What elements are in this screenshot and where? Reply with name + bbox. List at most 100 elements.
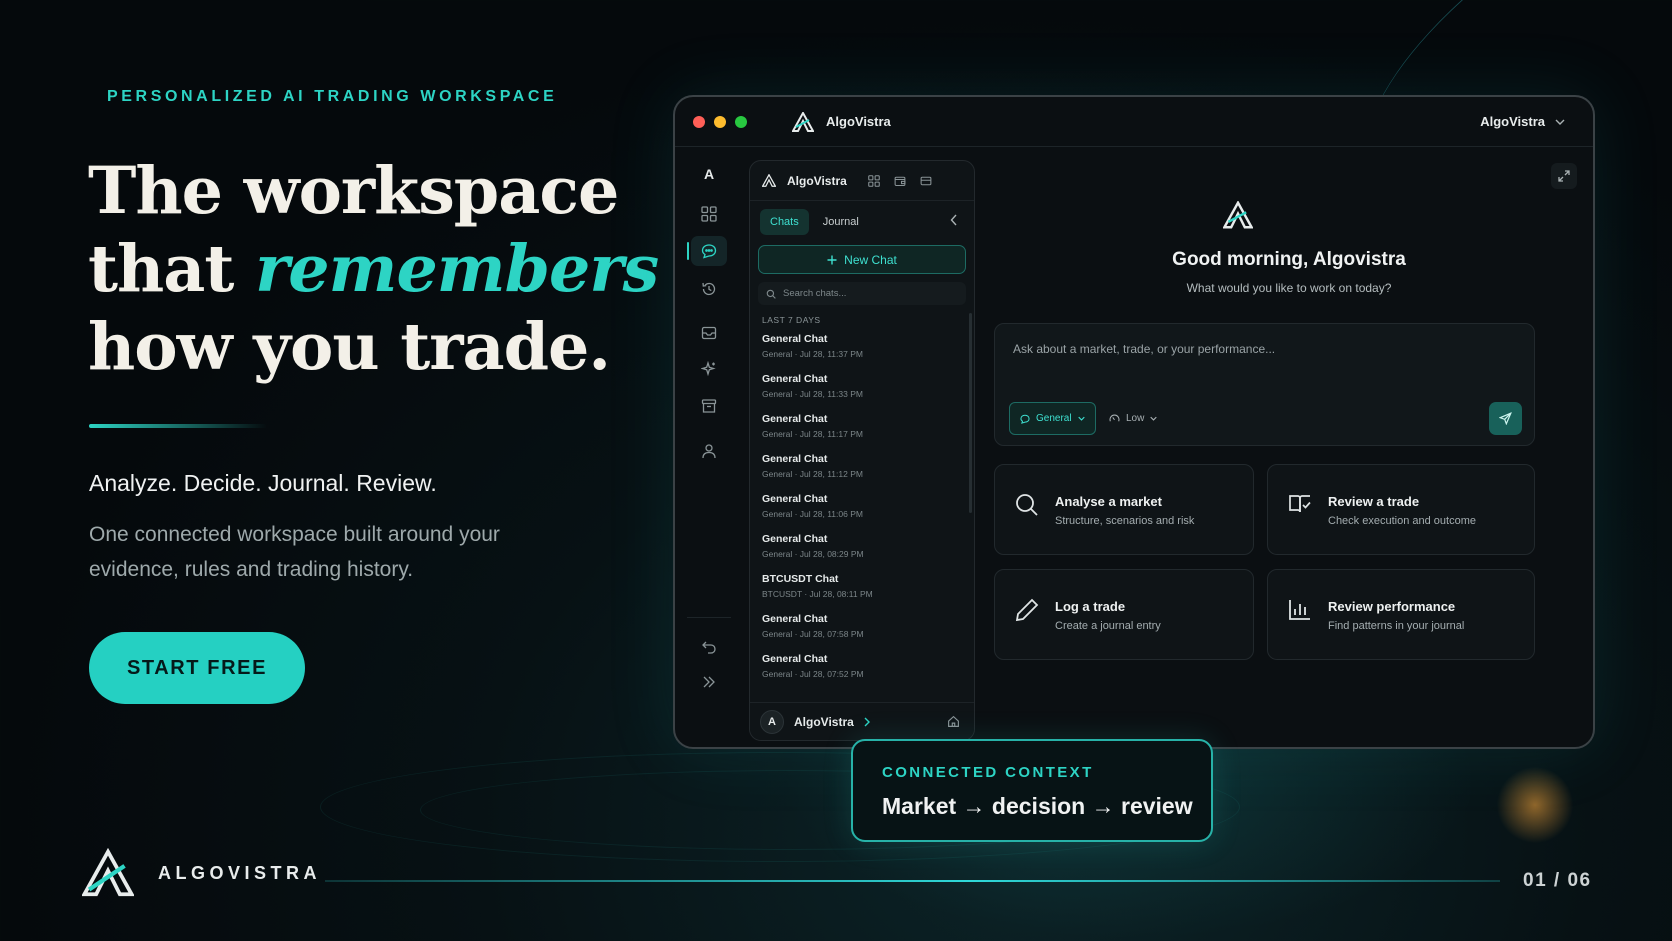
- footer-account-name: AlgoVistra: [794, 714, 854, 729]
- effort-selector[interactable]: Low: [1099, 402, 1167, 435]
- start-free-button[interactable]: START FREE: [89, 632, 305, 704]
- minimize-window-dot[interactable]: [714, 115, 726, 128]
- send-icon: [1499, 412, 1512, 425]
- connected-context-card: CONNECTED CONTEXT Market → decision → re…: [851, 739, 1213, 842]
- chat-search: [758, 282, 966, 305]
- card-subtitle: Create a journal entry: [1055, 620, 1161, 632]
- chat-list-item[interactable]: General Chat General · Jul 28, 08:29 PM: [750, 529, 974, 569]
- footer-divider: [325, 880, 1500, 882]
- headline-line-3: how you trade.: [88, 309, 611, 385]
- mode-selector[interactable]: General: [1009, 402, 1096, 435]
- chat-meta: General · Jul 28, 11:37 PM: [762, 349, 863, 359]
- tagline: Analyze. Decide. Journal. Review.: [89, 470, 437, 496]
- sidebar-tabs: Chats Journal: [750, 207, 974, 237]
- chat-list-item[interactable]: General Chat General · Jul 28, 07:58 PM: [750, 609, 974, 649]
- search-chats-input[interactable]: [783, 288, 943, 299]
- chat-list-item[interactable]: General Chat General · Jul 28, 11:12 PM: [750, 449, 974, 489]
- home-icon[interactable]: [947, 715, 960, 728]
- send-button[interactable]: [1489, 402, 1522, 435]
- rail-separator: [687, 617, 731, 618]
- description: One connected workspace built around you…: [89, 523, 500, 581]
- chat-meta: BTCUSDT · Jul 28, 08:11 PM: [762, 589, 873, 599]
- rail-home-letter[interactable]: A: [691, 159, 727, 189]
- chat-title: General Chat: [762, 333, 828, 345]
- card-icon[interactable]: [920, 175, 932, 187]
- account-menu[interactable]: AlgoVistra: [1480, 114, 1565, 129]
- chat-list-item[interactable]: General Chat General · Jul 28, 11:33 PM: [750, 369, 974, 409]
- chat-list-item[interactable]: General Chat General · Jul 28, 11:37 PM: [750, 329, 974, 369]
- card-title: Log a trade: [1055, 599, 1126, 614]
- effort-label: Low: [1126, 413, 1145, 424]
- chat-list: General Chat General · Jul 28, 11:37 PM G…: [750, 329, 974, 689]
- algovistra-logo-icon: [792, 111, 814, 132]
- headline: The workspace that remembers how you tra…: [88, 152, 659, 386]
- headline-line-2-prefix: that: [88, 231, 256, 307]
- quick-action-card[interactable]: Analyse a market Structure, scenarios an…: [994, 464, 1254, 555]
- chevron-down-icon: [1555, 119, 1565, 125]
- group-label: LAST 7 DAYS: [762, 315, 821, 325]
- chat-icon[interactable]: [687, 236, 727, 266]
- tab-journal[interactable]: Journal: [813, 209, 869, 235]
- icon-rail: A: [675, 149, 745, 747]
- window-titlebar: AlgoVistra AlgoVistra: [675, 97, 1593, 147]
- sparkle-icon[interactable]: [691, 354, 727, 384]
- close-window-dot[interactable]: [693, 115, 705, 128]
- bar-chart-icon: [1288, 598, 1312, 632]
- account-name: AlgoVistra: [1480, 114, 1545, 129]
- card-title: Review performance: [1328, 599, 1456, 614]
- new-chat-button[interactable]: New Chat: [758, 245, 966, 274]
- main-area: Good morning, Algovistra What would you …: [985, 149, 1593, 747]
- maximize-window-dot[interactable]: [735, 115, 747, 128]
- chat-list-item[interactable]: General Chat General · Jul 28, 11:17 PM: [750, 409, 974, 449]
- book-check-icon: [1288, 493, 1312, 527]
- grid-icon[interactable]: [691, 199, 727, 229]
- wallet-icon[interactable]: [894, 175, 906, 187]
- chat-list-item[interactable]: General Chat General · Jul 28, 11:06 PM: [750, 489, 974, 529]
- expand-icon[interactable]: [1551, 163, 1577, 189]
- greeting-subtitle: What would you like to work on today?: [1186, 281, 1392, 295]
- chat-title: General Chat: [762, 413, 828, 425]
- algovistra-logo-icon: [762, 174, 776, 187]
- grid-icon[interactable]: [868, 174, 880, 187]
- footer-brand: ALGOVISTRA: [82, 848, 321, 898]
- sidebar-footer[interactable]: A AlgoVistra: [750, 702, 974, 740]
- chat-sidebar: AlgoVistra Chats Journal New Chat LAST 7…: [749, 160, 975, 741]
- message-input[interactable]: [1013, 342, 1493, 372]
- undo-icon[interactable]: [691, 632, 727, 662]
- chat-title: General Chat: [762, 453, 828, 465]
- algovistra-logo-icon: [1223, 201, 1253, 229]
- chevron-left-icon[interactable]: [950, 214, 958, 226]
- chat-title: General Chat: [762, 493, 828, 505]
- history-icon[interactable]: [691, 274, 727, 304]
- chat-list-scrollbar[interactable]: [969, 313, 972, 513]
- search-icon: [766, 289, 776, 299]
- gauge-icon: [1109, 414, 1120, 422]
- headline-divider: [89, 424, 267, 428]
- chat-list-item[interactable]: General Chat General · Jul 28, 07:52 PM: [750, 649, 974, 689]
- plus-icon: [827, 255, 837, 264]
- search-icon: [1015, 493, 1039, 527]
- chat-icon: [1020, 414, 1030, 424]
- chat-list-item[interactable]: BTCUSDT Chat BTCUSDT · Jul 28, 08:11 PM: [750, 569, 974, 609]
- chat-meta: General · Jul 28, 11:12 PM: [762, 469, 863, 479]
- quick-action-card[interactable]: Log a trade Create a journal entry: [994, 569, 1254, 660]
- card-subtitle: Find patterns in your journal: [1328, 620, 1465, 632]
- tab-chats[interactable]: Chats: [760, 209, 809, 235]
- chat-title: BTCUSDT Chat: [762, 573, 839, 585]
- quick-action-card[interactable]: Review a trade Check execution and outco…: [1267, 464, 1535, 555]
- chat-meta: General · Jul 28, 07:52 PM: [762, 669, 864, 679]
- chevron-down-icon: [1077, 416, 1085, 421]
- quick-action-card[interactable]: Review performance Find patterns in your…: [1267, 569, 1535, 660]
- greeting: Good morning, Algovistra: [1172, 249, 1406, 270]
- double-chevron-right-icon[interactable]: [691, 667, 727, 697]
- card-subtitle: Structure, scenarios and risk: [1055, 515, 1195, 527]
- inbox-icon[interactable]: [691, 318, 727, 348]
- chat-title: General Chat: [762, 613, 828, 625]
- window-title: AlgoVistra: [826, 114, 891, 129]
- sidebar-header-actions: [868, 174, 932, 187]
- user-icon[interactable]: [691, 436, 727, 466]
- chat-title: General Chat: [762, 373, 828, 385]
- eyebrow-label: PERSONALIZED AI TRADING WORKSPACE: [107, 88, 558, 105]
- chat-meta: General · Jul 28, 08:29 PM: [762, 549, 864, 559]
- archive-icon[interactable]: [691, 391, 727, 421]
